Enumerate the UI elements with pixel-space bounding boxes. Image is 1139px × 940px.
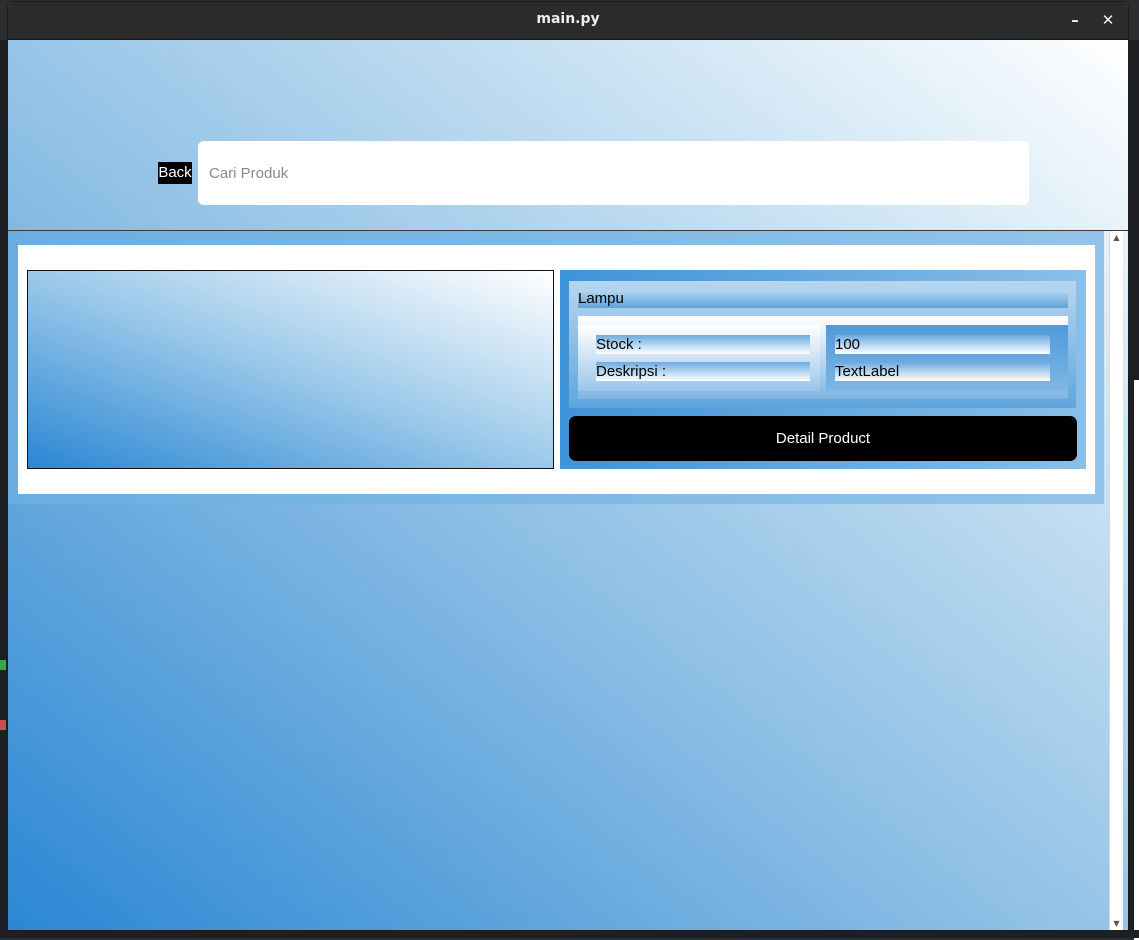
background-bottom-strip (0, 930, 1139, 938)
product-info-panel: Lampu Stock : Deskripsi : 100 TextLabel (560, 270, 1086, 469)
background-selection (1134, 380, 1139, 940)
title-bar[interactable]: main.py – ✕ (8, 2, 1128, 40)
minimize-icon[interactable]: – (1063, 8, 1087, 32)
window-title: main.py (536, 11, 600, 27)
product-name: Lampu (578, 290, 1068, 308)
product-card: Lampu Stock : Deskripsi : 100 TextLabel (18, 245, 1095, 494)
product-scroll-area[interactable]: Lampu Stock : Deskripsi : 100 TextLabel (8, 230, 1128, 930)
background-left-strip (0, 40, 8, 938)
product-details: Stock : Deskripsi : 100 TextLabel (578, 316, 1068, 399)
background-right-strip (1128, 40, 1139, 940)
scroll-up-icon[interactable]: ▲ (1110, 232, 1123, 244)
product-list: Lampu Stock : Deskripsi : 100 TextLabel (8, 231, 1104, 504)
details-labels-column: Stock : Deskripsi : (578, 325, 820, 391)
marker-red (0, 720, 6, 730)
detail-product-button[interactable]: Detail Product (569, 416, 1077, 461)
stock-value: 100 (835, 335, 1050, 354)
search-input[interactable] (198, 141, 1029, 205)
app-window: main.py – ✕ Back Lampu Stock : Deskr (8, 2, 1128, 930)
close-icon[interactable]: ✕ (1096, 8, 1120, 32)
back-button[interactable]: Back (158, 162, 192, 184)
description-value: TextLabel (835, 362, 1050, 381)
main-content: Back Lampu Stock : Deskripsi : (8, 40, 1128, 930)
details-values-column: 100 TextLabel (826, 325, 1068, 391)
product-image (27, 270, 554, 469)
vertical-scrollbar[interactable]: ▲ ▼ (1109, 231, 1123, 930)
description-label: Deskripsi : (596, 362, 810, 381)
marker-green (0, 660, 6, 670)
stock-label: Stock : (596, 335, 810, 354)
scroll-down-icon[interactable]: ▼ (1110, 918, 1123, 930)
product-info-inner: Lampu Stock : Deskripsi : 100 TextLabel (569, 281, 1076, 408)
